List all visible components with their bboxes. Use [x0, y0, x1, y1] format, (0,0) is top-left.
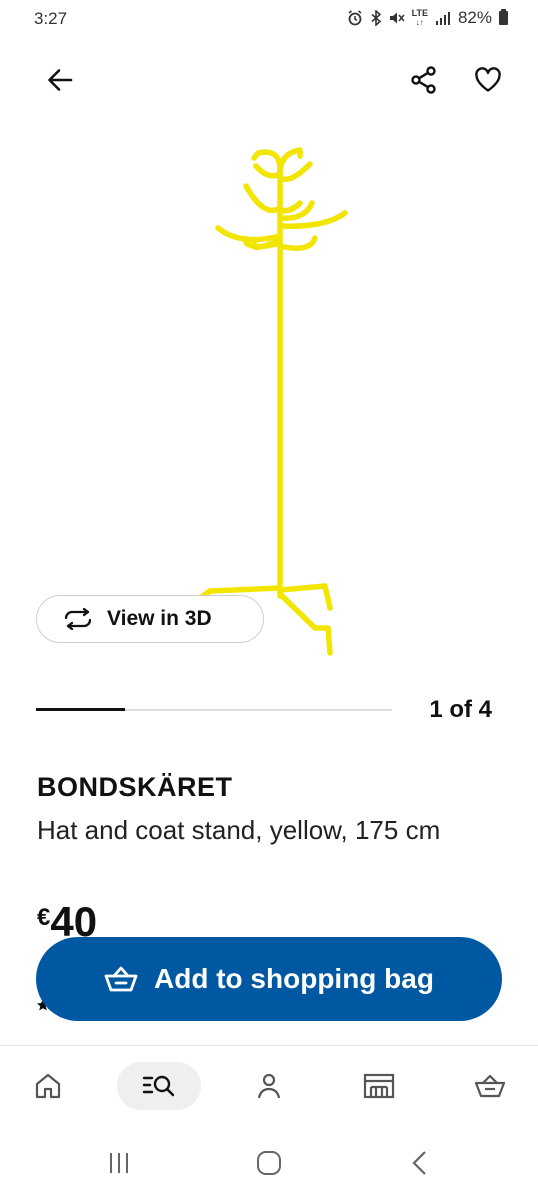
battery-icon [499, 9, 508, 25]
rotate-3d-icon [64, 608, 92, 630]
status-icons: LTE ↓↑ 82% [347, 8, 508, 28]
image-pager: 1 of 4 [36, 695, 496, 727]
share-button[interactable] [402, 58, 446, 102]
recents-button[interactable] [97, 1146, 141, 1180]
status-time: 3:27 [34, 9, 68, 28]
top-app-bar [0, 58, 538, 106]
store-icon [363, 1073, 395, 1099]
nav-item-profile[interactable] [227, 1062, 311, 1110]
home-circle-icon [257, 1151, 281, 1175]
product-image[interactable] [150, 128, 410, 668]
bottom-navigation [0, 1058, 538, 1114]
search-list-icon [142, 1075, 175, 1097]
bluetooth-icon [370, 10, 382, 26]
coat-stand-illustration [197, 147, 348, 656]
basket-nav-icon [474, 1074, 506, 1098]
status-bar: 3:27 LTE ↓↑ 82% [0, 0, 538, 40]
view-in-3d-button[interactable]: View in 3D [36, 595, 264, 643]
nav-item-search[interactable] [117, 1062, 201, 1110]
nav-item-home[interactable] [6, 1062, 90, 1110]
back-button[interactable] [38, 58, 82, 102]
favorite-button[interactable] [466, 58, 510, 102]
product-description: Hat and coat stand, yellow, 175 cm [37, 815, 441, 845]
bottom-nav-divider [0, 1045, 538, 1046]
heart-icon [475, 67, 501, 92]
add-to-shopping-bag-button[interactable]: Add to shopping bag [36, 937, 502, 1021]
add-to-shopping-bag-label: Add to shopping bag [154, 963, 434, 994]
system-navigation [0, 1138, 538, 1188]
basket-icon [104, 966, 138, 992]
recents-icon [110, 1153, 128, 1173]
system-home-button[interactable] [247, 1146, 291, 1180]
price-currency: € [37, 904, 51, 931]
share-icon [411, 66, 436, 94]
network-type-label: LTE [411, 8, 428, 18]
battery-percent: 82% [457, 8, 492, 27]
data-arrows-icon: ↓↑ [415, 18, 424, 27]
home-icon [35, 1073, 61, 1099]
back-chevron-icon [412, 1151, 426, 1175]
nav-item-store[interactable] [337, 1062, 421, 1110]
arrow-left-icon [48, 69, 73, 91]
pager-progress [36, 708, 125, 711]
signal-icon [435, 11, 451, 25]
system-back-button[interactable] [398, 1146, 442, 1180]
view-in-3d-label: View in 3D [107, 607, 212, 630]
alarm-icon [347, 10, 363, 26]
mute-icon [389, 10, 405, 26]
nav-item-basket[interactable] [448, 1062, 532, 1110]
product-name: BONDSKÄRET [37, 772, 233, 802]
network-type-icon: LTE ↓↑ [411, 8, 428, 28]
profile-icon [257, 1073, 281, 1099]
pager-label: 1 of 4 [429, 696, 492, 723]
